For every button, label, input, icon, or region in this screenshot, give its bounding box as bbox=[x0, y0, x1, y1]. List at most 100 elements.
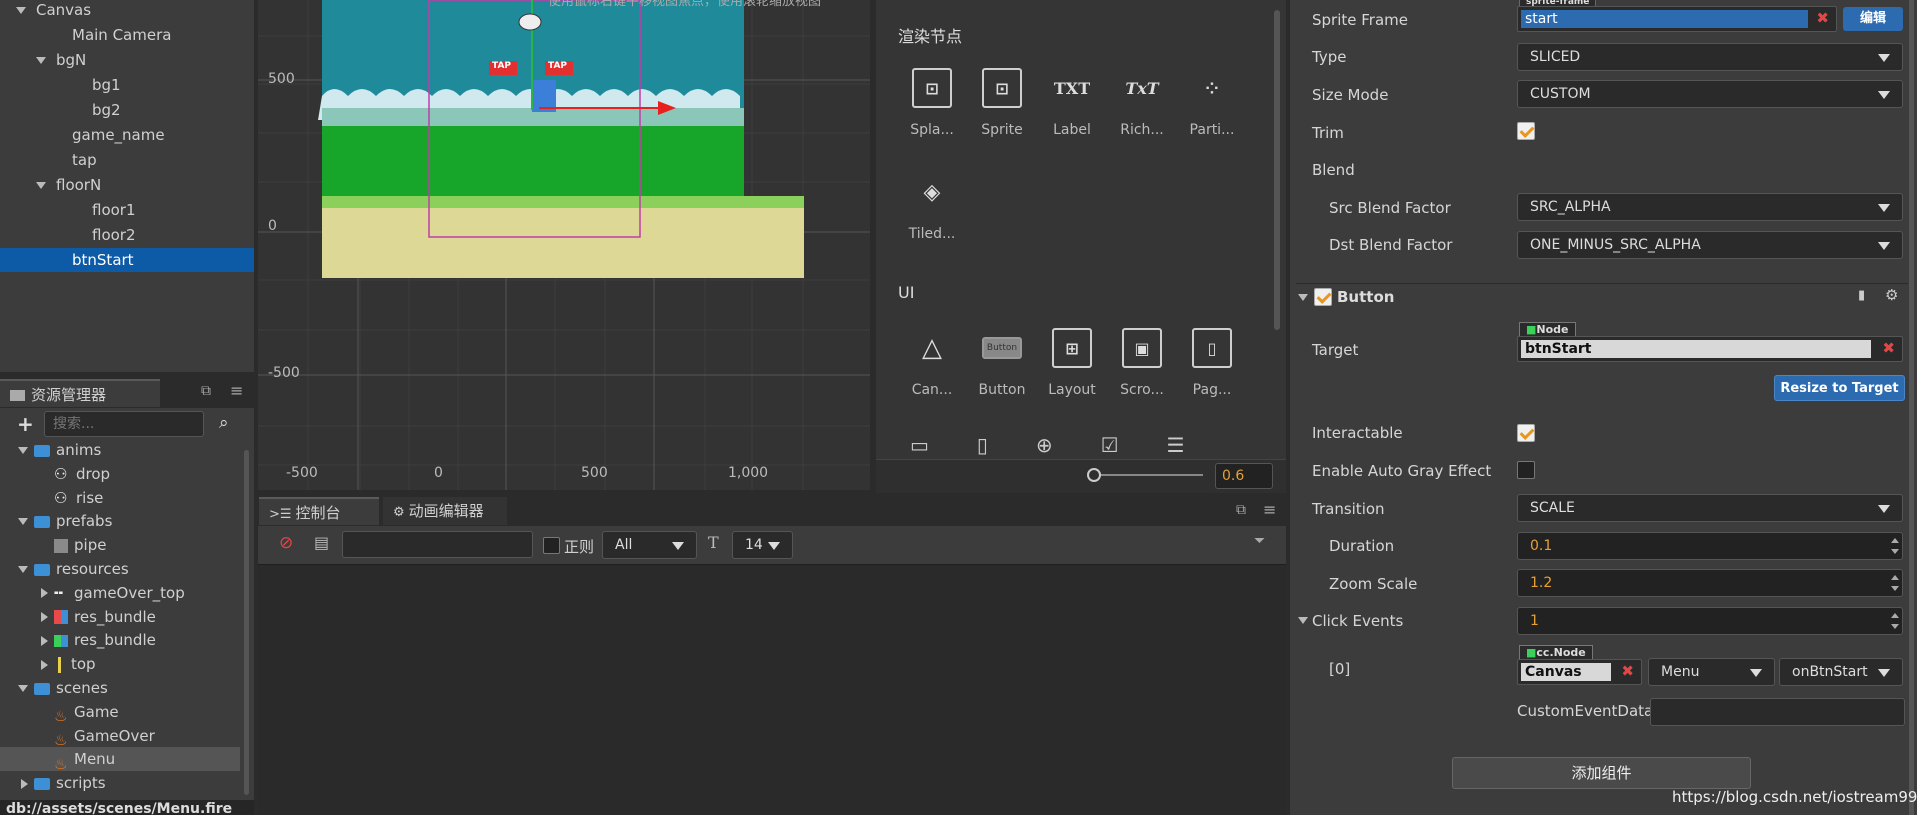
zoom-scale-stepper[interactable] bbox=[1890, 571, 1900, 595]
clear-target-icon[interactable]: ✖ bbox=[1882, 339, 1895, 357]
event-component-select[interactable]: Menu bbox=[1648, 658, 1775, 686]
node-particle[interactable]: ⁘ Parti... bbox=[1182, 68, 1242, 139]
node-library-scrollbar[interactable] bbox=[1274, 10, 1280, 330]
log-level-select[interactable]: All bbox=[602, 531, 697, 559]
custom-event-data-input[interactable] bbox=[1650, 698, 1905, 726]
add-component-button[interactable]: 添加组件 bbox=[1452, 757, 1751, 789]
size-mode-select[interactable]: CUSTOM bbox=[1517, 80, 1903, 108]
expand-arrow-icon[interactable] bbox=[41, 635, 48, 646]
auto-gray-checkbox[interactable] bbox=[1517, 461, 1535, 479]
hierarchy-node[interactable]: floor1 bbox=[0, 198, 254, 222]
hierarchy-node[interactable]: floor2 bbox=[0, 223, 254, 247]
transition-select[interactable]: SCALE bbox=[1517, 494, 1903, 522]
expand-arrow-icon[interactable] bbox=[36, 57, 46, 64]
node-tiledmap[interactable]: ◈ Tiled... bbox=[902, 172, 962, 243]
console-filter-input[interactable] bbox=[342, 531, 533, 558]
asset-item[interactable]: ⚇ drop bbox=[0, 462, 240, 486]
edit-sprite-button[interactable]: 编辑 bbox=[1843, 7, 1903, 31]
click-events-stepper[interactable] bbox=[1890, 609, 1900, 633]
event-handler-select[interactable]: onBtnStart bbox=[1779, 658, 1903, 686]
console-maximize-icon[interactable]: ⧉ bbox=[1236, 502, 1246, 518]
dst-blend-select[interactable]: ONE_MINUS_SRC_ALPHA bbox=[1517, 231, 1903, 259]
expand-arrow-icon[interactable] bbox=[18, 518, 28, 526]
trim-checkbox[interactable] bbox=[1517, 122, 1535, 140]
sprite-frame-field[interactable]: start ✖ bbox=[1517, 6, 1837, 32]
font-size-select[interactable]: 14 bbox=[732, 531, 793, 559]
node-canvas[interactable]: △ Can... bbox=[902, 328, 962, 398]
console-output[interactable] bbox=[258, 564, 1286, 815]
button-enabled-checkbox[interactable] bbox=[1314, 288, 1332, 306]
type-select[interactable]: SLICED bbox=[1517, 43, 1903, 71]
regex-checkbox[interactable] bbox=[543, 537, 560, 554]
expand-arrow-icon[interactable] bbox=[16, 7, 26, 14]
hierarchy-node[interactable]: Canvas bbox=[0, 0, 254, 22]
asset-item[interactable]: res_bundle bbox=[0, 605, 240, 629]
asset-item[interactable]: pipe bbox=[0, 533, 240, 557]
zoom-scale-input[interactable]: 1.2 bbox=[1517, 569, 1903, 597]
asset-search-input[interactable] bbox=[44, 411, 204, 437]
expand-arrow-icon[interactable] bbox=[36, 182, 46, 189]
expand-arrow-icon[interactable] bbox=[18, 685, 28, 692]
node-label[interactable]: TXT Label bbox=[1042, 68, 1102, 139]
collapse-arrow-icon[interactable] bbox=[1298, 294, 1308, 301]
expand-arrow-icon[interactable] bbox=[41, 588, 48, 599]
zoom-slider-track[interactable] bbox=[1093, 474, 1203, 476]
hierarchy-node[interactable]: bg2 bbox=[0, 98, 254, 122]
zoom-input[interactable]: 0.6 bbox=[1215, 463, 1273, 489]
asset-item[interactable]: anims bbox=[0, 438, 240, 462]
expand-arrow-icon[interactable] bbox=[41, 659, 48, 670]
settings-gear-icon[interactable]: ⚙ bbox=[1885, 286, 1898, 304]
asset-item[interactable]: top bbox=[0, 652, 240, 676]
maximize-icon[interactable]: ⧉ bbox=[201, 383, 211, 399]
node-richtext[interactable]: TxT Rich... bbox=[1112, 68, 1172, 139]
node-layout[interactable]: ⊞ Layout bbox=[1042, 328, 1102, 398]
inspector-scrollbar[interactable] bbox=[1909, 0, 1914, 815]
hierarchy-node[interactable]: game_name bbox=[0, 123, 254, 147]
clear-event-node-icon[interactable]: ✖ bbox=[1621, 662, 1634, 680]
zoom-slider-handle[interactable] bbox=[1087, 468, 1101, 482]
expand-arrow-icon[interactable] bbox=[41, 612, 48, 623]
node-sprite[interactable]: ⊡ Sprite bbox=[972, 68, 1032, 138]
asset-item[interactable]: scripts bbox=[0, 771, 240, 795]
src-blend-select[interactable]: SRC_ALPHA bbox=[1517, 193, 1903, 221]
duration-stepper[interactable] bbox=[1890, 534, 1900, 558]
asset-item[interactable]: ⚇ rise bbox=[0, 486, 240, 510]
hierarchy-node[interactable]: bg1 bbox=[0, 73, 254, 97]
help-icon[interactable]: ▮ bbox=[1858, 288, 1865, 303]
click-events-arrow-icon[interactable] bbox=[1298, 617, 1308, 624]
node-button[interactable]: Button Button bbox=[972, 328, 1032, 398]
asset-item[interactable]: prefabs bbox=[0, 509, 240, 533]
console-menu-icon[interactable]: ≡ bbox=[1263, 500, 1276, 519]
asset-item[interactable]: ♨ Menu bbox=[0, 747, 240, 773]
tab-console[interactable]: >☰ 控制台 bbox=[259, 497, 379, 525]
resize-to-target-button[interactable]: Resize to Target bbox=[1774, 375, 1905, 401]
asset-item[interactable]: ╍ gameOver_top bbox=[0, 581, 240, 605]
asset-item[interactable]: scenes bbox=[0, 676, 240, 700]
open-log-icon[interactable]: ▤ bbox=[314, 533, 329, 552]
target-field[interactable]: btnStart ✖ bbox=[1517, 336, 1903, 362]
interactable-checkbox[interactable] bbox=[1517, 424, 1535, 442]
hierarchy-node[interactable]: Main Camera bbox=[0, 23, 254, 47]
duration-input[interactable]: 0.1 bbox=[1517, 532, 1903, 560]
assets-scrollbar[interactable] bbox=[244, 450, 249, 795]
node-scrollview[interactable]: ▣ Scro... bbox=[1112, 328, 1172, 398]
asset-item[interactable]: ♨ Game bbox=[0, 700, 240, 726]
hierarchy-node[interactable]: tap bbox=[0, 148, 254, 172]
hierarchy-node[interactable]: btnStart bbox=[0, 248, 254, 272]
asset-item[interactable]: resources bbox=[0, 557, 240, 581]
asset-item[interactable]: res_bundle bbox=[0, 628, 240, 652]
node-pageview[interactable]: ▯ Pag... bbox=[1182, 328, 1242, 398]
node-splash[interactable]: ⊡ Spla... bbox=[902, 68, 962, 138]
clear-console-icon[interactable]: ⊘ bbox=[279, 533, 293, 553]
add-asset-icon[interactable]: + bbox=[17, 412, 34, 436]
event-node-field[interactable]: Canvas ✖ bbox=[1517, 659, 1642, 685]
hierarchy-node[interactable]: floorN bbox=[0, 173, 254, 197]
collapse-icon[interactable]: ⏷ bbox=[1254, 533, 1265, 549]
tab-animation-editor[interactable]: ⚙ 动画编辑器 bbox=[383, 497, 507, 525]
scene-view[interactable]: TAP TAP 使用鼠标右键平移视图焦点，使用滚轮缩放视图 500 0 -500… bbox=[258, 0, 870, 490]
expand-arrow-icon[interactable] bbox=[18, 566, 28, 573]
asset-item[interactable]: ♨ GameOver bbox=[0, 724, 240, 750]
click-events-count-input[interactable]: 1 bbox=[1517, 607, 1903, 635]
tab-assets[interactable]: 资源管理器 bbox=[0, 379, 160, 407]
expand-arrow-icon[interactable] bbox=[18, 447, 28, 454]
